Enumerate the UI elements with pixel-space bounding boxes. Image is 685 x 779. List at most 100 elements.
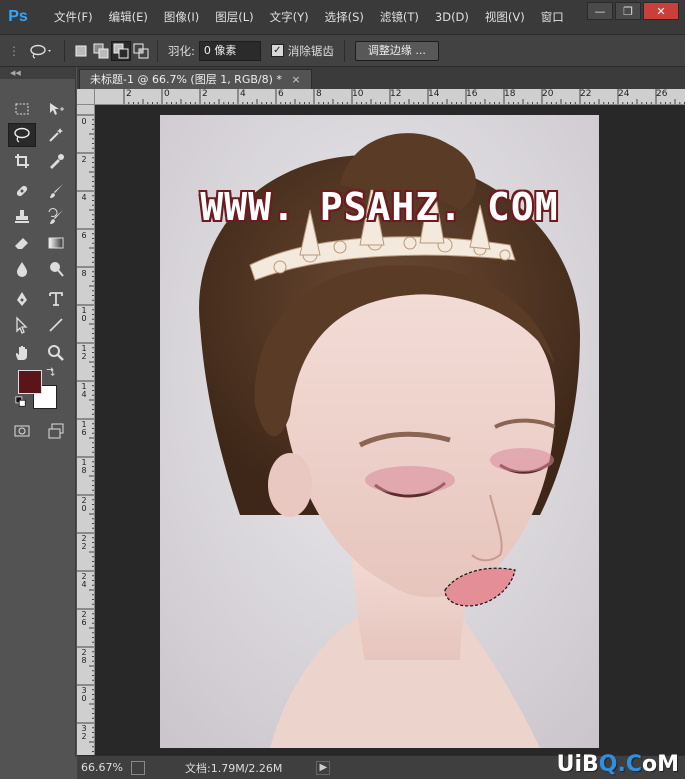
ruler-label: 8 [81,269,87,278]
status-info-icon[interactable] [131,760,145,775]
ruler-label: 14 [81,382,87,399]
document-tab[interactable]: 未标题-1 @ 66.7% (图层 1, RGB/8) * × [79,69,312,89]
ruler-label: 14 [428,89,440,99]
ruler-label: 0 [81,117,87,126]
quick-mask-icon[interactable] [8,419,36,443]
new-selection-icon[interactable] [71,41,91,61]
ruler-label: 18 [81,458,87,475]
lasso-tool-icon[interactable] [8,123,36,147]
separator [64,39,65,62]
add-selection-icon[interactable] [91,41,111,61]
blur-tool-icon[interactable] [8,257,36,281]
pen-tool-icon[interactable] [8,287,36,311]
site-logo: UiBQ.CoM [557,752,679,777]
app-logo: Ps [8,8,28,25]
menu-type[interactable]: 文字(Y) [262,0,317,34]
document-info: 文档:1.79M/2.26M [185,761,283,775]
foreground-color-swatch[interactable] [18,370,42,394]
screen-mode-icon[interactable] [42,419,70,443]
gradient-tool-icon[interactable] [42,231,70,255]
zoom-level[interactable]: 66.67% [81,761,127,774]
ruler-label: 32 [81,724,87,741]
history-brush-tool-icon[interactable] [42,205,70,229]
ruler-label: 10 [81,306,87,323]
ruler-label: 22 [580,89,592,99]
marquee-tool-icon[interactable] [8,97,36,121]
ruler-label: 16 [466,89,478,99]
menu-file[interactable]: 文件(F) [46,0,101,34]
menu-view[interactable]: 视图(V) [477,0,533,34]
restore-button[interactable]: ❐ [615,2,641,20]
document-title: 未标题-1 @ 66.7% (图层 1, RGB/8) * [90,73,282,86]
close-button[interactable]: ✕ [643,2,679,20]
eyedropper-tool-icon[interactable] [42,149,70,173]
separator [343,39,345,62]
menu-edit[interactable]: 编辑(E) [101,0,156,34]
document-tab-strip: 未标题-1 @ 66.7% (图层 1, RGB/8) * × [77,67,685,89]
subtract-selection-icon[interactable] [111,40,131,61]
clone-stamp-tool-icon[interactable] [8,205,36,229]
options-grip-icon[interactable]: ⋮ [4,41,24,61]
ruler-label: 18 [504,89,516,99]
menu-bar: Ps 文件(F) 编辑(E) 图像(I) 图层(L) 文字(Y) 选择(S) 滤… [0,0,685,34]
toolbox-header[interactable]: ◀◀ [0,67,75,79]
healing-brush-tool-icon[interactable] [8,179,36,203]
eraser-tool-icon[interactable] [8,231,36,255]
brush-tool-icon[interactable] [42,179,70,203]
ruler-label: 4 [240,89,246,99]
ruler-label: 16 [81,420,87,437]
path-selection-tool-icon[interactable] [8,313,36,337]
swap-colors-icon[interactable] [44,365,58,379]
site-logo-part: oM [641,752,679,777]
document-image[interactable]: WWW. PSAHZ. COM [160,115,599,748]
ruler-label: 2 [81,155,87,164]
ruler-label: 30 [81,686,87,703]
ruler-label: 20 [542,89,554,99]
ruler-corner[interactable] [77,89,95,105]
type-tool-icon[interactable] [42,287,70,311]
menu-3d[interactable]: 3D(D) [427,0,477,34]
ruler-label: 12 [81,344,87,361]
menu-select[interactable]: 选择(S) [317,0,372,34]
toolbox: ◀◀ [0,67,76,757]
feather-input[interactable]: 0 像素 [198,40,261,61]
menu-window[interactable]: 窗口 [533,0,572,34]
line-tool-icon[interactable] [42,313,70,337]
default-colors-icon[interactable] [14,395,28,409]
lasso-preset-icon[interactable] [24,41,58,61]
minimize-button[interactable]: — [587,2,613,20]
site-logo-part: Q.C [598,752,642,777]
dodge-tool-icon[interactable] [42,257,70,281]
ruler-label: 2 [126,89,132,99]
ruler-vertical: 0 2 4 6 8 10 12 14 16 18 20 22 24 26 28 … [77,105,95,755]
magic-wand-tool-icon[interactable] [42,123,70,147]
hand-tool-icon[interactable] [8,341,36,365]
watermark-text: WWW. PSAHZ. COM [200,185,559,229]
canvas-area[interactable]: WWW. PSAHZ. COM [95,105,685,755]
move-tool-icon[interactable] [42,97,70,121]
close-tab-icon[interactable]: × [291,73,300,86]
ruler-label: 28 [81,648,87,665]
menu-image[interactable]: 图像(I) [156,0,207,34]
ruler-label: 10 [352,89,364,99]
antialias-checkbox[interactable]: ✓ [270,44,284,57]
ruler-label: 12 [390,89,402,99]
crop-tool-icon[interactable] [8,149,36,173]
status-menu-arrow-icon[interactable]: ▶ [316,760,331,775]
zoom-tool-icon[interactable] [42,341,70,365]
separator [157,39,158,62]
ruler-label: 4 [81,193,87,202]
antialias-label: 消除锯齿 [287,43,334,58]
site-logo-part: UiB [556,752,599,777]
refine-edge-button[interactable]: 调整边缘 ... [354,40,439,61]
ruler-label: 20 [81,496,87,513]
menu-layer[interactable]: 图层(L) [207,0,261,34]
ruler-label: 26 [656,89,668,99]
ruler-label: 6 [81,231,87,240]
ruler-horizontal: 2 0 2 4 6 8 10 12 14 16 18 20 22 24 26 [95,89,685,105]
intersect-selection-icon[interactable] [131,41,151,61]
menu-filter[interactable]: 滤镜(T) [372,0,427,34]
ruler-label: 8 [316,89,322,99]
window-controls: — ❐ ✕ [587,2,679,20]
status-bar: 66.67% 文档:1.79M/2.26M ▶ UiBQ.CoM [77,752,685,779]
